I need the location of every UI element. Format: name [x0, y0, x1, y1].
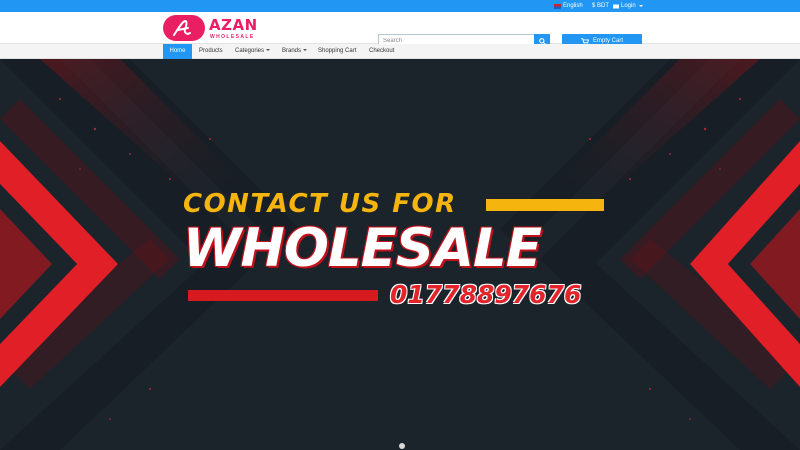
nav-item-shopping-cart[interactable]: Shopping Cart [318, 44, 356, 59]
nav-item-categories[interactable]: Categories [235, 44, 271, 59]
currency-selector[interactable]: $ BDT [592, 2, 609, 10]
nav-item-label: Products [199, 48, 223, 54]
nav-item-label: Shopping Cart [318, 48, 357, 54]
logo-title: AZAN [209, 16, 258, 34]
banner-headline: CONTACT US FOR [183, 189, 457, 219]
banner-red-bar [188, 290, 378, 301]
nav-item-label: Home [169, 48, 186, 54]
logo-subtitle: WHOLESALE [210, 34, 255, 40]
nav-item-brands[interactable]: Brands [282, 44, 308, 59]
logo-a-icon [173, 20, 191, 36]
language-label: English [563, 3, 583, 9]
nav-item-label: Brands [282, 48, 302, 54]
nav-item-label: Checkout [369, 48, 395, 54]
main-nav: Home Products Categories Brands Shopping… [0, 44, 800, 59]
login-label: Login [621, 3, 636, 9]
hero-banner[interactable]: CONTACT US FOR WHOLESALE 01778897676 [0, 59, 800, 450]
language-selector[interactable]: English [554, 2, 583, 10]
chevron-down-icon [303, 49, 308, 52]
logo[interactable] [163, 15, 205, 41]
slider-indicator-dot[interactable] [399, 443, 405, 449]
site-header: AZAN WHOLESALE Empty Cart [0, 12, 800, 48]
login-menu[interactable]: Login [613, 2, 643, 10]
login-icon [613, 4, 619, 8]
banner-title: WHOLESALE [183, 218, 542, 279]
banner-yellow-bar [486, 199, 604, 211]
banner-phone: 01778897676 [390, 280, 582, 309]
nav-item-checkout[interactable]: Checkout [369, 44, 394, 59]
nav-item-label: Categories [235, 48, 265, 54]
top-utility-bar: English $ BDT Login [0, 0, 800, 12]
chevron-down-icon [266, 49, 271, 52]
chevron-down-icon [638, 5, 643, 7]
flag-icon [554, 3, 561, 9]
nav-item-home[interactable]: Home [163, 44, 192, 59]
nav-item-products[interactable]: Products [199, 44, 223, 59]
currency-label: $ BDT [592, 3, 610, 9]
